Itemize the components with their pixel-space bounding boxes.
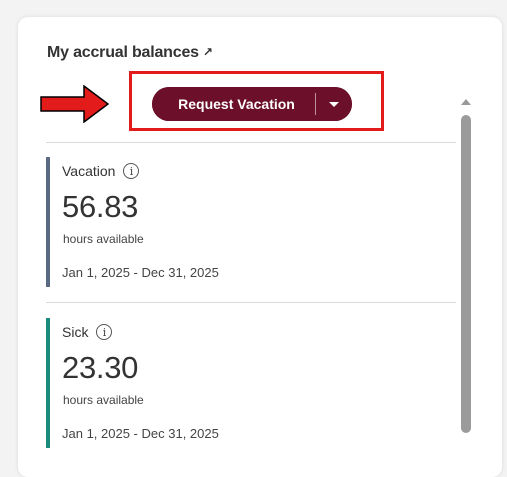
card-title-link[interactable]: My accrual balances ↗	[47, 44, 213, 62]
balance-amount: 23.30	[62, 350, 139, 385]
balance-unit: hours available	[63, 232, 144, 246]
section-divider	[46, 302, 456, 303]
scroll-up-arrow-icon[interactable]	[461, 99, 471, 105]
balance-accent-bar	[46, 318, 50, 448]
scrollbar-thumb[interactable]	[461, 115, 471, 433]
balance-period: Jan 1, 2025 - Dec 31, 2025	[62, 426, 219, 441]
balance-sick: Sick i 23.30 hours available Jan 1, 2025…	[46, 318, 446, 448]
info-icon[interactable]: i	[123, 163, 140, 179]
balance-amount: 56.83	[62, 189, 139, 224]
balance-accent-bar	[46, 157, 50, 287]
balance-period: Jan 1, 2025 - Dec 31, 2025	[62, 265, 219, 280]
caret-down-icon	[329, 101, 339, 107]
balance-name: Vacation	[62, 163, 116, 179]
request-options-dropdown-button[interactable]	[316, 87, 352, 121]
red-arrow-annotation	[40, 85, 110, 123]
balance-name: Sick	[62, 324, 89, 340]
accrual-balances-card: My accrual balances ↗ Request Vacation V…	[18, 17, 502, 477]
request-vacation-split-button: Request Vacation	[152, 87, 352, 121]
balance-name-row: Sick i	[62, 324, 113, 340]
balance-name-row: Vacation i	[62, 163, 140, 179]
arrow-up-right-icon: ↗	[202, 45, 213, 59]
request-vacation-button[interactable]: Request Vacation	[152, 87, 315, 121]
balance-unit: hours available	[63, 393, 144, 407]
balance-vacation: Vacation i 56.83 hours available Jan 1, …	[46, 157, 446, 287]
section-divider	[46, 142, 456, 143]
info-icon[interactable]: i	[96, 324, 113, 340]
card-title: My accrual balances	[47, 44, 199, 61]
